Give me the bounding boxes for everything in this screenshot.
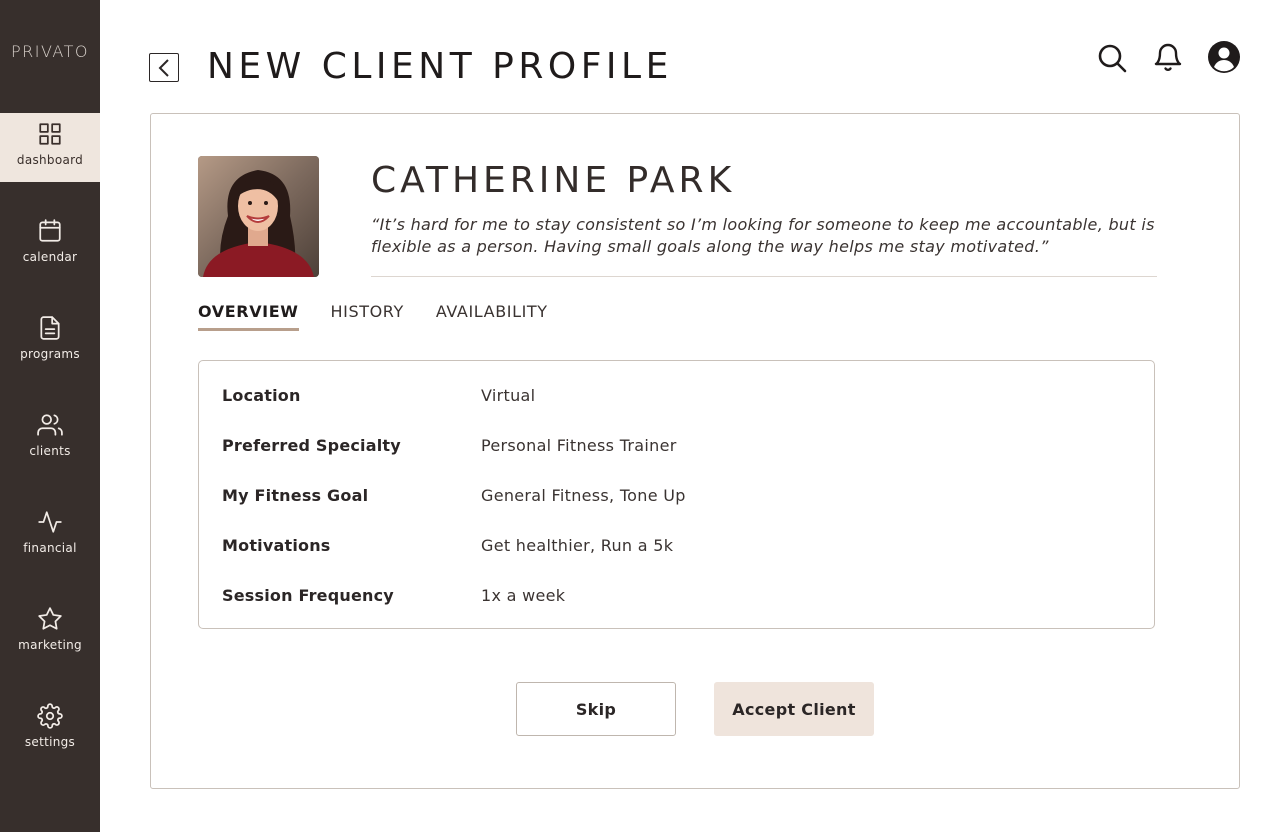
activity-icon	[38, 511, 62, 533]
detail-value: 1x a week	[481, 585, 566, 605]
detail-label: Session Frequency	[222, 585, 394, 605]
detail-value: Virtual	[481, 385, 536, 405]
users-icon	[37, 414, 63, 436]
detail-value: General Fitness, Tone Up	[481, 485, 686, 505]
detail-row-motivations: Motivations Get healthier, Run a 5k	[222, 534, 673, 556]
sidebar-item-label: programs	[20, 347, 80, 361]
sidebar-item-marketing[interactable]: marketing	[0, 598, 100, 667]
document-icon	[40, 316, 60, 340]
app-logo: PRIVATO	[11, 42, 89, 61]
sidebar-item-calendar[interactable]: calendar	[0, 210, 100, 279]
sidebar-item-label: settings	[24, 735, 76, 749]
profile-button[interactable]	[1207, 40, 1241, 74]
detail-label: Preferred Specialty	[222, 435, 401, 455]
tab-history[interactable]: HISTORY	[331, 302, 404, 331]
user-circle-icon	[1208, 41, 1240, 73]
sidebar-item-label: dashboard	[16, 153, 84, 167]
detail-row-session-frequency: Session Frequency 1x a week	[222, 584, 565, 606]
sidebar-item-label: calendar	[22, 250, 78, 264]
client-profile-card: CATHERINE PARK “It’s hard for me to stay…	[150, 113, 1240, 789]
calendar-icon	[39, 219, 61, 242]
client-details-panel: Location Virtual Preferred Specialty Per…	[198, 360, 1155, 629]
search-button[interactable]	[1095, 40, 1129, 74]
bell-icon	[1154, 43, 1182, 71]
notifications-button[interactable]	[1151, 40, 1185, 74]
page-title: NEW CLIENT PROFILE	[207, 46, 673, 87]
sidebar-item-clients[interactable]: clients	[0, 404, 100, 473]
client-name: CATHERINE PARK	[371, 160, 736, 201]
tab-availability[interactable]: AVAILABILITY	[436, 302, 548, 331]
detail-label: Motivations	[222, 535, 331, 555]
chevron-left-icon	[158, 58, 169, 77]
sidebar-item-programs[interactable]: programs	[0, 307, 100, 376]
search-icon	[1098, 44, 1127, 73]
client-quote: “It’s hard for me to stay consistent so …	[371, 215, 1155, 256]
back-button[interactable]	[149, 53, 179, 82]
sidebar-item-dashboard[interactable]: dashboard	[0, 113, 100, 182]
grid-icon	[39, 123, 61, 145]
tab-overview[interactable]: OVERVIEW	[198, 302, 299, 331]
gear-icon	[37, 703, 63, 729]
divider	[371, 276, 1157, 277]
profile-tabs: OVERVIEW HISTORY AVAILABILITY	[198, 302, 580, 331]
sidebar-item-label: marketing	[18, 638, 82, 652]
detail-value: Get healthier, Run a 5k	[481, 535, 674, 555]
detail-label: Location	[222, 385, 301, 405]
skip-button[interactable]: Skip	[516, 682, 676, 736]
client-photo	[198, 156, 319, 277]
sidebar-item-label: financial	[23, 541, 77, 555]
accept-client-button[interactable]: Accept Client	[714, 682, 874, 736]
sidebar-item-settings[interactable]: settings	[0, 695, 100, 764]
detail-value: Personal Fitness Trainer	[481, 435, 677, 455]
detail-row-specialty: Preferred Specialty Personal Fitness Tra…	[222, 434, 677, 456]
detail-label: My Fitness Goal	[222, 485, 369, 505]
sidebar-item-financial[interactable]: financial	[0, 501, 100, 570]
sidebar-item-label: clients	[29, 444, 71, 458]
sidebar: PRIVATO dashboard calendar programs clie…	[0, 0, 100, 832]
detail-row-location: Location Virtual	[222, 384, 535, 406]
star-icon	[38, 607, 62, 630]
detail-row-fitness-goal: My Fitness Goal General Fitness, Tone Up	[222, 484, 686, 506]
